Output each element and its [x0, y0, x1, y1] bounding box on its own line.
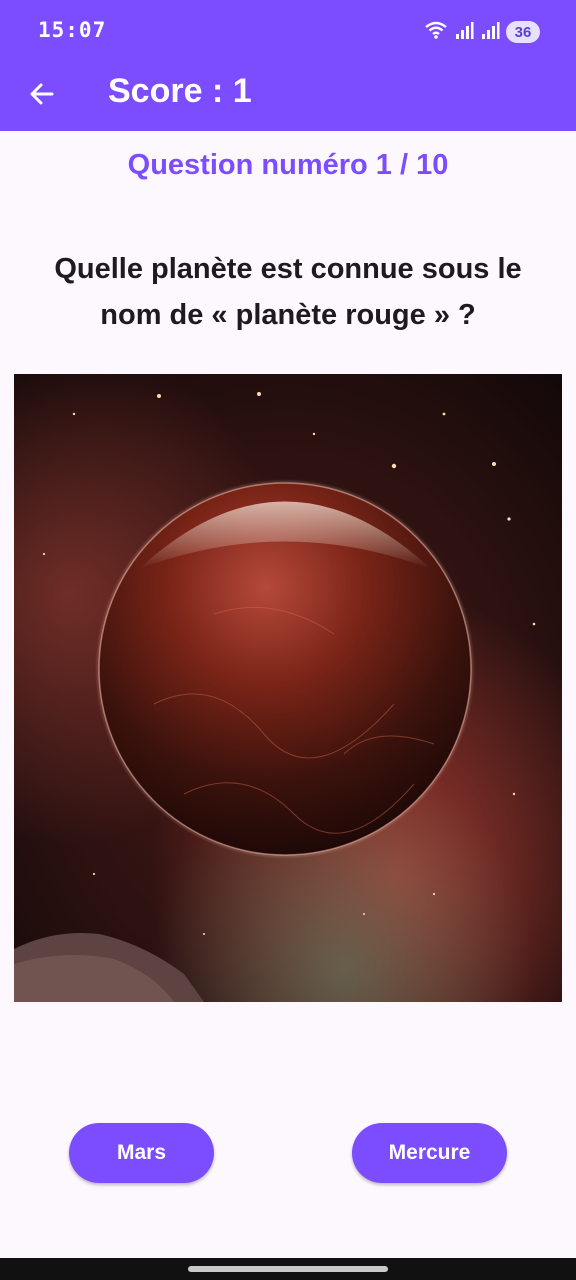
status-bar: 15:07 36 [0, 0, 576, 64]
status-icons: 36 [424, 20, 540, 44]
answer-button-mercure[interactable]: Mercure [352, 1123, 507, 1183]
app-bar: Score : 1 [0, 64, 576, 131]
back-button[interactable] [20, 74, 64, 118]
wifi-icon [424, 20, 448, 45]
answer-button-mars[interactable]: Mars [69, 1123, 214, 1183]
home-gesture-handle[interactable] [188, 1266, 388, 1272]
score-title: Score : 1 [108, 72, 252, 110]
question-text: Quelle planète est connue sous le nom de… [54, 253, 522, 331]
signal-icon [454, 20, 474, 45]
signal-icon [480, 20, 500, 45]
arrow-back-icon [28, 80, 56, 113]
answer-buttons: Mars Mercure [0, 1123, 576, 1185]
navigation-bar [0, 1258, 576, 1280]
battery-icon: 36 [506, 21, 540, 43]
question-number: Question numéro 1 / 10 [127, 149, 449, 181]
status-time: 15:07 [38, 18, 107, 42]
red-planet-image [14, 374, 562, 1002]
